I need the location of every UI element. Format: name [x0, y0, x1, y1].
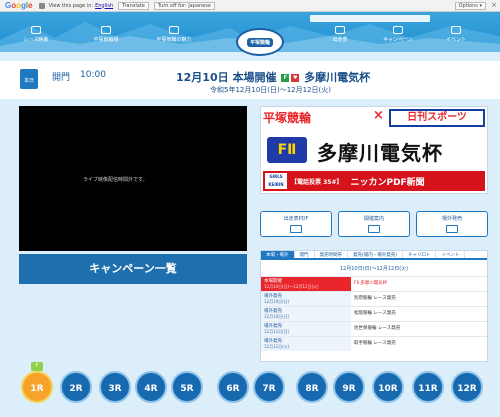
- tab-sales[interactable]: 発売(場内・場外発売): [348, 251, 404, 258]
- live-video-player[interactable]: ライブ映像配信時間外です。: [19, 106, 247, 251]
- nikkan-sports-logo: 日刊スポーツ: [389, 109, 485, 127]
- race-card-pdf-button[interactable]: 出走表PDF: [260, 211, 332, 237]
- translate-options-button[interactable]: Options ▾: [454, 2, 486, 10]
- gift-icon: [393, 26, 403, 34]
- current-race-flag: F: [31, 362, 43, 371]
- table-row: 場外発売 12月10日(日) 別府競輪 レース発売: [261, 291, 487, 306]
- event-guide-button[interactable]: 開催案内: [338, 211, 410, 237]
- pdf-icon: [290, 225, 302, 233]
- nav-live-video[interactable]: レース映像: [10, 26, 62, 43]
- race-5-button[interactable]: 5R: [171, 371, 203, 403]
- table-row: 本場開催 12月10日(日)～12月12日(火) FⅡ 多摩川電気杯: [261, 276, 487, 291]
- nav-event[interactable]: イベント: [430, 26, 482, 43]
- event-title: 12月10日 本場開催 F ♥ 多摩川電気杯: [176, 71, 371, 84]
- site-logo[interactable]: 平塚競輪: [236, 28, 284, 56]
- nav-race-card[interactable]: 出走表: [314, 26, 366, 43]
- race-2-button[interactable]: 2R: [60, 371, 92, 403]
- calendar-icon: 本日: [20, 69, 38, 89]
- document-icon: [335, 26, 345, 34]
- tab-venue[interactable]: 本場・場外: [261, 251, 295, 258]
- turn-off-button[interactable]: Turn off for: Japanese: [153, 1, 215, 10]
- banner-race-name: 多摩川電気杯: [317, 141, 443, 165]
- table-row: 場外発売 12月11日(月) 佐世保競輪 レース発売: [261, 321, 487, 336]
- race-8-button[interactable]: 8R: [296, 371, 328, 403]
- race-7-button[interactable]: 7R: [253, 371, 285, 403]
- schedule-period: 12月10日(日)～12月12日(火): [339, 266, 409, 272]
- race-9-button[interactable]: 9R: [333, 371, 365, 403]
- gate-open-label: 開門: [52, 73, 71, 83]
- bicycle-icon: [169, 26, 179, 34]
- translate-prefix: View this page in:: [48, 2, 94, 9]
- translate-bar: Google View this page in: English Transl…: [0, 0, 500, 12]
- heart-badge: ♥: [291, 74, 300, 82]
- nav-appeal[interactable]: 平塚競輪の魅力: [148, 26, 200, 43]
- bicycle-icon: [368, 225, 380, 233]
- video-icon: [31, 26, 41, 34]
- campaign-list-button[interactable]: キャンペーン一覧: [19, 254, 247, 284]
- google-logo: Google: [5, 1, 33, 10]
- tab-event[interactable]: イベント: [436, 251, 466, 258]
- tab-sales-time[interactable]: 発売時間帯: [315, 251, 348, 258]
- nav-campaign[interactable]: キャンペーン: [372, 26, 424, 43]
- tab-gate[interactable]: 開門: [295, 251, 315, 258]
- calendar-icon: [446, 225, 458, 233]
- translate-icon: [38, 2, 45, 9]
- grade-emblem: FⅡ: [267, 137, 307, 163]
- translate-language-link[interactable]: English: [95, 3, 113, 9]
- girls-keirin-logo: GIRLS KEIRIN: [265, 173, 287, 189]
- race-10-button[interactable]: 10R: [372, 371, 404, 403]
- sponsor-banner[interactable]: 平塚競輪 × 日刊スポーツ FⅡ 多摩川電気杯 GIRLS KEIRIN 【電話…: [260, 106, 488, 194]
- table-row: 場外発売 12月10日(日) 松阪競輪 レース発売: [261, 306, 487, 321]
- race-1-button[interactable]: 1R: [21, 371, 53, 403]
- nav-velodrome[interactable]: 平塚競輪場: [80, 26, 132, 43]
- star-icon: [451, 26, 461, 34]
- tab-chariloto[interactable]: チャリロト: [403, 251, 437, 258]
- schedule-panel: 本場・場外 開門 発売時間帯 発売(場内・場外発売) チャリロト イベント 12…: [260, 250, 488, 362]
- race-4-button[interactable]: 4R: [135, 371, 167, 403]
- event-dates: 令和5年12月10日(日)～12月12日(火): [210, 86, 332, 94]
- race-6-button[interactable]: 6R: [217, 371, 249, 403]
- race-12-button[interactable]: 12R: [451, 371, 483, 403]
- race-3-button[interactable]: 3R: [99, 371, 131, 403]
- translate-button[interactable]: Translate: [118, 1, 149, 10]
- schedule-tabs: 本場・場外 開門 発売時間帯 発売(場内・場外発売) チャリロト イベント: [261, 251, 487, 260]
- table-row: 場外発売 12月12日(火) 取手競輪 レース発売: [261, 336, 487, 351]
- header-search-box[interactable]: [310, 15, 430, 22]
- site-header: レース映像 平塚競輪場 平塚競輪の魅力 平塚競輪 出走表 キャンペーン イベント: [0, 12, 500, 56]
- close-icon[interactable]: ×: [491, 1, 497, 9]
- offsite-sales-button[interactable]: 場外発売: [416, 211, 488, 237]
- banner-strip: GIRLS KEIRIN 【電話投票 35#】 ニッカンPDF新聞: [263, 171, 485, 191]
- velodrome-icon: [101, 26, 111, 34]
- grade-badge: F: [281, 74, 290, 82]
- video-offline-message: ライブ映像配信時間外です。: [83, 177, 148, 183]
- race-11-button[interactable]: 11R: [412, 371, 444, 403]
- gate-open-time: 10:00: [80, 70, 106, 80]
- event-info-band: 本日 開門 10:00 12月10日 本場開催 F ♥ 多摩川電気杯 令和5年12…: [0, 61, 500, 99]
